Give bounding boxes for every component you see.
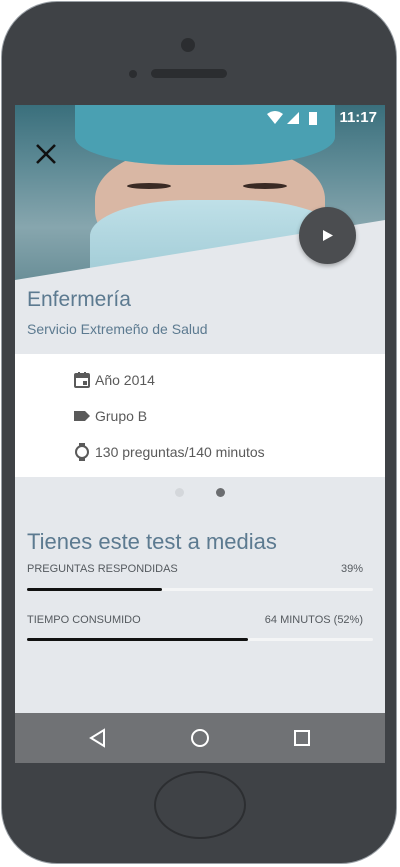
detail-group-text: Grupo B [95, 408, 148, 424]
play-button[interactable] [299, 207, 356, 264]
tag-icon [74, 411, 90, 421]
battery-icon [309, 112, 317, 125]
status-icons [267, 111, 317, 125]
close-button[interactable] [33, 141, 59, 167]
time-value: 64 MINUTOS (52%) [264, 614, 363, 626]
wifi-icon [267, 111, 283, 124]
detail-year: Año 2014 [73, 368, 155, 392]
signal-icon [287, 112, 299, 124]
calendar-icon [74, 372, 90, 388]
answered-progress-track [27, 588, 373, 591]
pager-dot-1[interactable] [175, 488, 184, 497]
close-icon [36, 144, 56, 164]
status-bar: 11:17 [15, 105, 385, 129]
time-progress-track [27, 638, 373, 641]
answered-value: 39% [340, 563, 363, 575]
exam-title: Enfermería [27, 288, 131, 311]
play-icon [323, 230, 333, 241]
detail-group: Grupo B [73, 404, 147, 428]
time-label: TIEMPO CONSUMIDO [27, 614, 141, 626]
detail-year-text: Año 2014 [95, 372, 155, 388]
recents-icon [294, 730, 310, 746]
time-progress-fill [27, 638, 249, 641]
detail-questions-text: 130 preguntas/140 minutos [95, 444, 265, 460]
system-navigation-bar [15, 713, 385, 763]
watch-icon [75, 443, 89, 461]
phone-frame: 11:17 Enfermería Servicio Extremeño de S… [0, 0, 400, 867]
answered-progress-fill [27, 588, 162, 591]
detail-questions: 130 preguntas/140 minutos [73, 440, 265, 464]
back-button[interactable] [87, 727, 109, 749]
earpiece-speaker [151, 69, 227, 78]
physical-home-button[interactable] [154, 771, 246, 839]
exam-organization: Servicio Extremeño de Salud [27, 321, 208, 337]
home-button[interactable] [189, 727, 211, 749]
app-screen: 11:17 Enfermería Servicio Extremeño de S… [15, 105, 385, 763]
recents-button[interactable] [291, 727, 313, 749]
answered-label: PREGUNTAS RESPONDIDAS [27, 563, 178, 575]
pager-dot-2-active[interactable] [216, 488, 225, 497]
progress-heading: Tienes este test a medias [27, 529, 277, 554]
status-time: 11:17 [339, 109, 377, 126]
home-icon [191, 729, 209, 747]
proximity-sensor [129, 70, 137, 78]
exam-details-card: Año 2014 Grupo B 130 preguntas/140 minut… [15, 354, 385, 477]
back-icon [89, 728, 105, 748]
front-camera [181, 38, 195, 52]
